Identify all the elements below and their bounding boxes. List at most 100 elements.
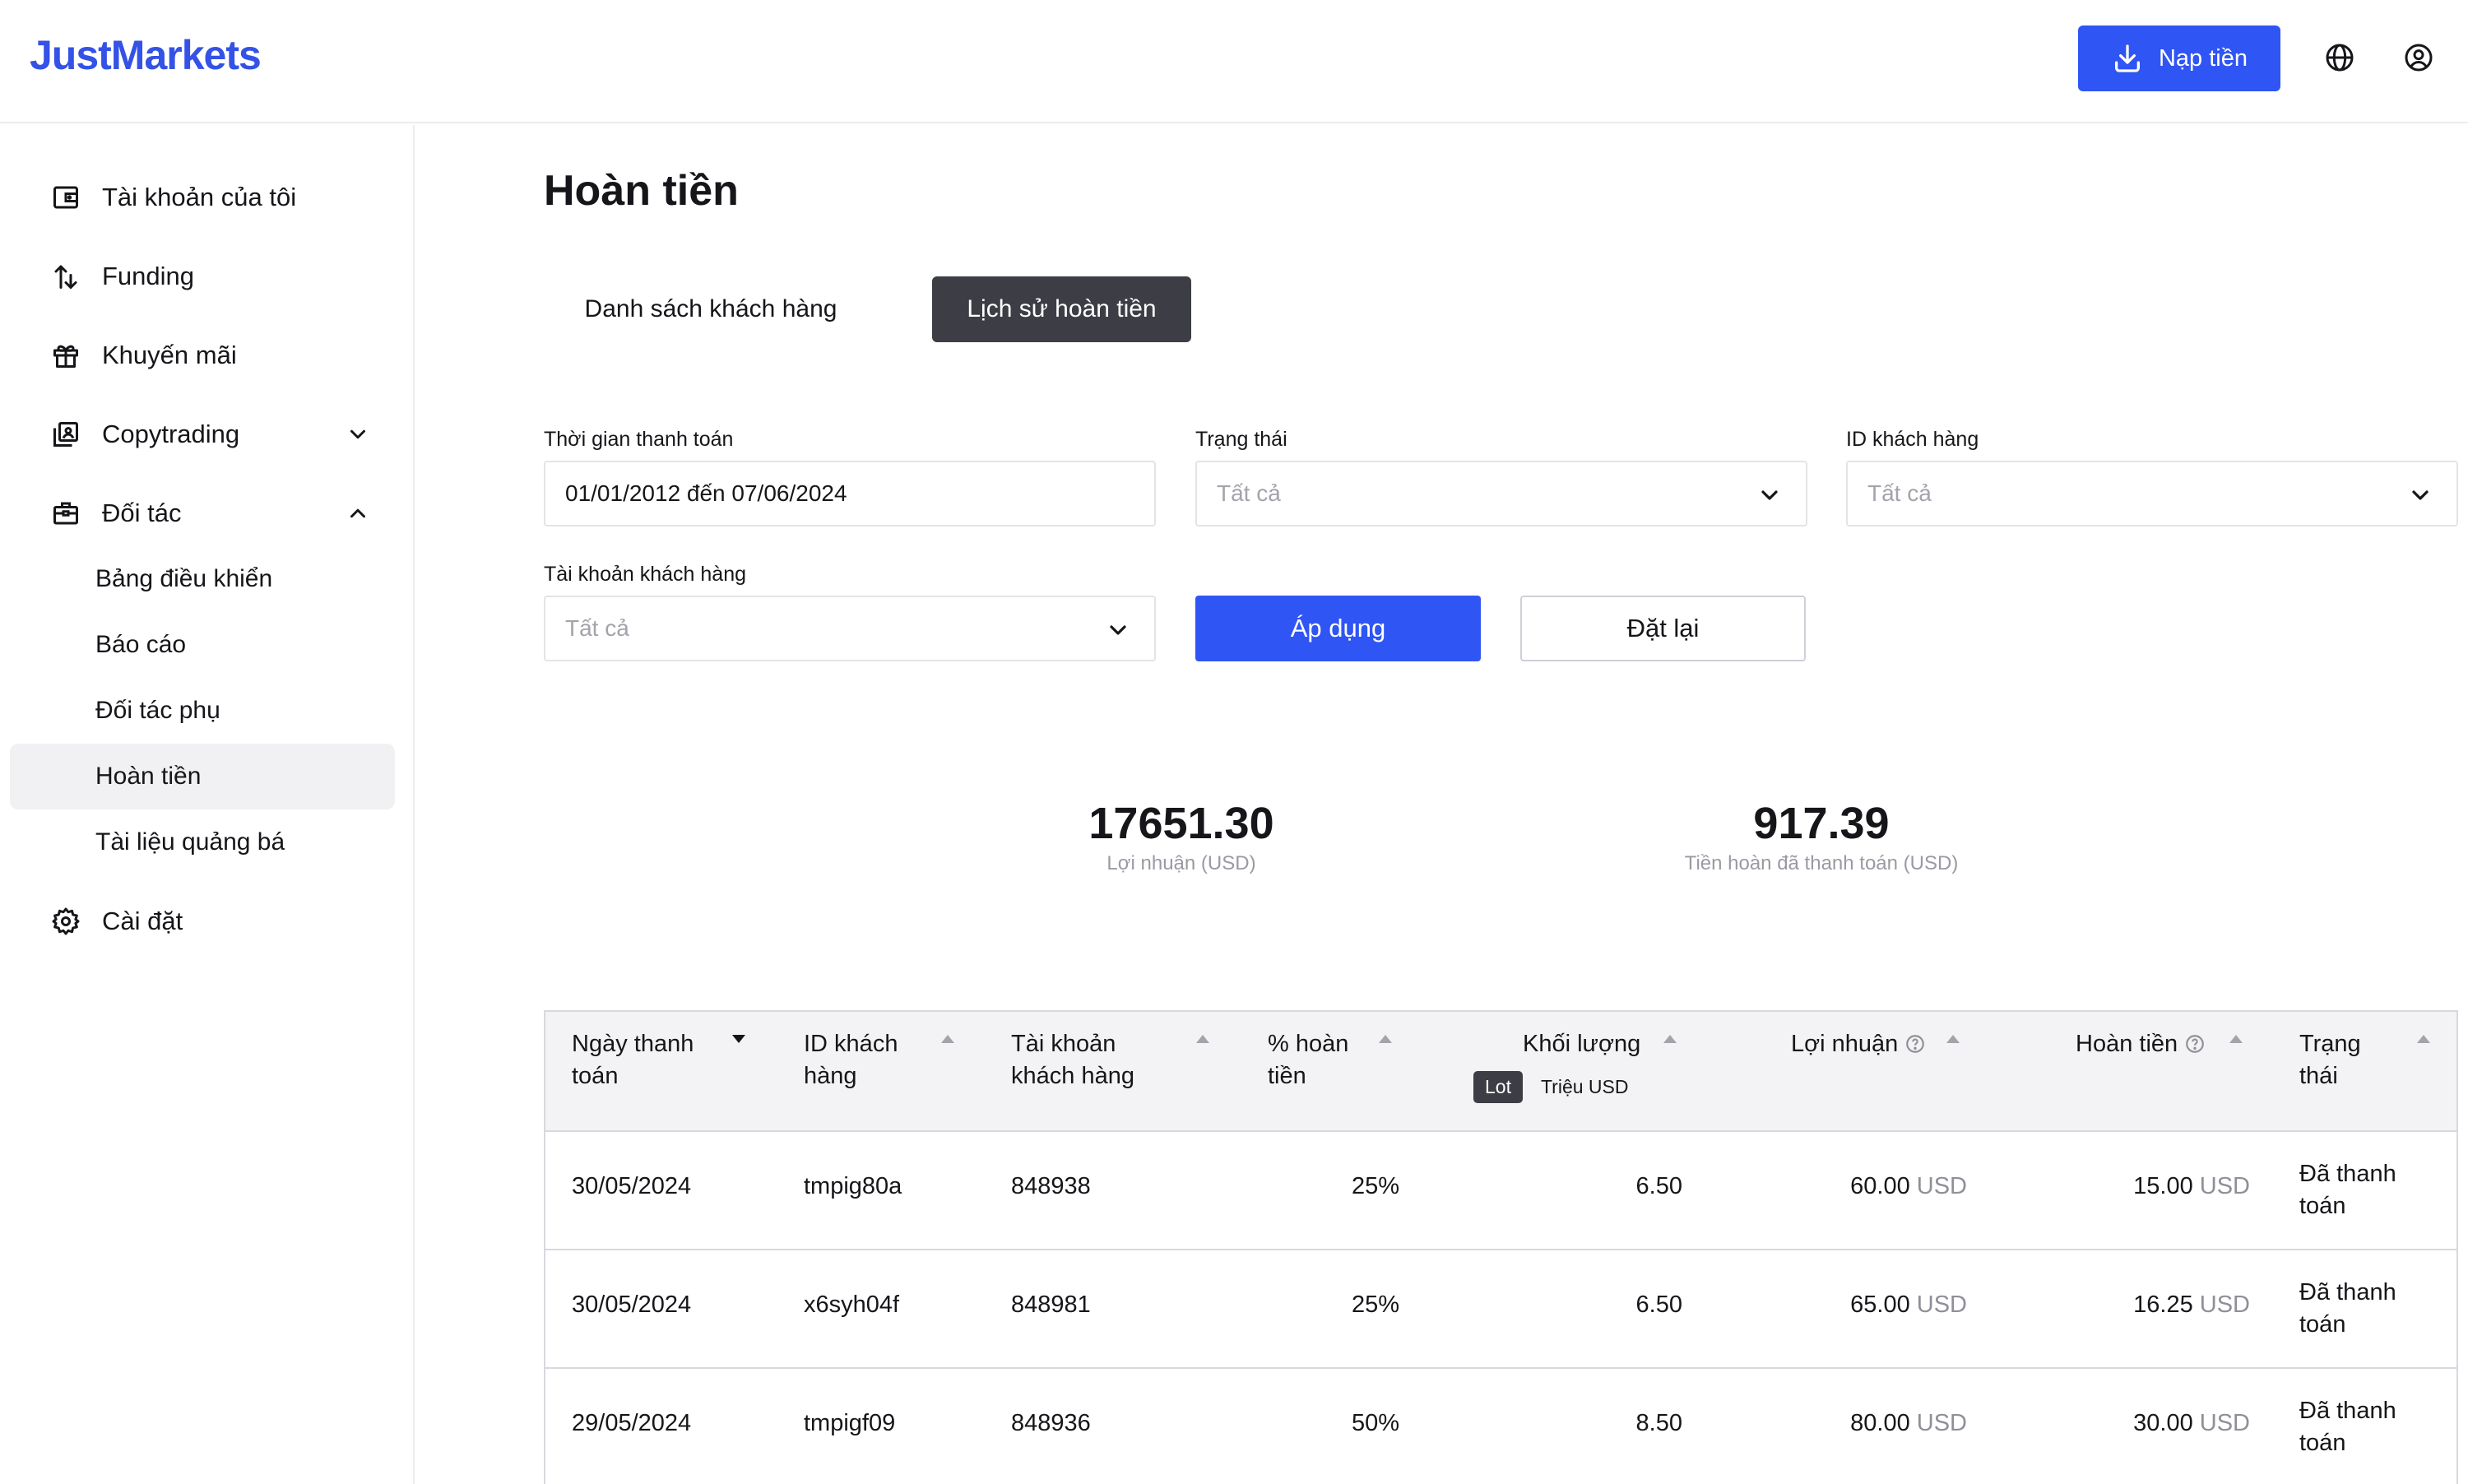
- sidebar-subitem-label: Bảng điều khiển: [95, 565, 273, 592]
- col-header-rebate-percent[interactable]: % hoàn tiền: [1268, 1028, 1348, 1092]
- chevron-down-icon: [350, 429, 365, 439]
- sort-asc-icon[interactable]: [1378, 1033, 1393, 1045]
- justmarkets-logo[interactable]: JustMarkets: [30, 31, 262, 79]
- col-header-text: Ngày thanh: [572, 1031, 694, 1057]
- sidebar-subitem-label: Đối tác phụ: [95, 697, 220, 724]
- currency-label: USD: [2199, 1292, 2250, 1318]
- sidebar-subitem-dashboard[interactable]: Bảng điều khiển: [10, 546, 395, 612]
- tab-rebate-history[interactable]: Lịch sử hoàn tiền: [932, 276, 1191, 342]
- chevron-down-icon: [1761, 490, 1778, 500]
- sort-asc-icon[interactable]: [2229, 1033, 2243, 1045]
- currency-label: USD: [1916, 1410, 1967, 1436]
- client-id-select-placeholder: Tất cả: [1867, 480, 1932, 506]
- status-select[interactable]: Tất cả: [1195, 461, 1807, 526]
- transfer-arrows-icon: [54, 265, 77, 289]
- cell-rebate: 16.25 USD: [2076, 1292, 2250, 1319]
- status-select-placeholder: Tất cả: [1217, 480, 1281, 506]
- top-header: JustMarkets Nạp tiền: [0, 0, 2468, 123]
- help-circle-icon[interactable]: [2184, 1033, 2206, 1055]
- cell-client-id: x6syh04f: [804, 1292, 900, 1318]
- sidebar-item-my-account[interactable]: Tài khoản của tôi: [10, 165, 395, 230]
- col-header-text: toán: [572, 1063, 619, 1089]
- apply-button[interactable]: Áp dụng: [1195, 596, 1481, 661]
- col-header-status[interactable]: Trạng thái: [2299, 1028, 2361, 1092]
- sidebar-item-label: Cài đặt: [102, 907, 183, 935]
- chevron-down-icon: [2412, 490, 2429, 500]
- cell-status-text: toán: [2299, 1430, 2346, 1456]
- sidebar-item-copytrading[interactable]: Copytrading: [10, 401, 395, 467]
- briefcase-icon: [53, 502, 78, 525]
- cell-status-text: Đã thanh: [2299, 1398, 2396, 1424]
- sort-asc-icon[interactable]: [940, 1033, 955, 1045]
- profit-stat-label: Lợi nhuận (USD): [1106, 852, 1256, 874]
- col-header-rebate[interactable]: Hoàn tiền: [2076, 1028, 2206, 1060]
- cell-rebate: 30.00 USD: [2076, 1410, 2250, 1437]
- cell-rebate-value: 15.00: [2133, 1173, 2193, 1199]
- deposit-button-label: Nạp tiền: [2158, 44, 2248, 72]
- table-row: 30/05/2024 x6syh04f 848981 25% 6.50 65.0…: [545, 1250, 2456, 1369]
- client-id-select[interactable]: Tất cả: [1846, 461, 2458, 526]
- sidebar-item-promotions[interactable]: Khuyến mãi: [10, 322, 395, 388]
- sort-desc-icon[interactable]: [731, 1033, 746, 1045]
- volume-unit-lot[interactable]: Lot: [1473, 1071, 1523, 1103]
- cell-rebate-value: 16.25: [2133, 1292, 2193, 1318]
- table-row: 30/05/2024 tmpig80a 848938 25% 6.50 60.0…: [545, 1132, 2456, 1250]
- sidebar-item-funding[interactable]: Funding: [10, 243, 395, 309]
- page-title: Hoàn tiền: [544, 167, 739, 215]
- currency-label: USD: [1916, 1173, 1967, 1199]
- col-header-volume[interactable]: Khối lượng: [1523, 1028, 1640, 1060]
- cell-profit-value: 80.00: [1850, 1410, 1910, 1436]
- sort-asc-icon[interactable]: [2416, 1033, 2431, 1045]
- cell-status: Đã thanh toán: [2299, 1395, 2396, 1459]
- help-circle-icon[interactable]: [1904, 1033, 1926, 1055]
- sidebar-subitem-promo-materials[interactable]: Tài liệu quảng bá: [10, 809, 395, 875]
- sidebar: Tài khoản của tôi Funding Khuyến mãi Cop…: [0, 125, 415, 1484]
- col-header-client-id[interactable]: ID khách hàng: [804, 1028, 898, 1092]
- cell-client-id: tmpig80a: [804, 1173, 902, 1199]
- col-header-payment-date[interactable]: Ngày thanh toán: [572, 1028, 694, 1092]
- chevron-up-icon: [350, 508, 365, 518]
- wallet-icon: [53, 186, 78, 209]
- col-header-text: tiền: [1268, 1063, 1306, 1089]
- col-header-text: Lợi nhuận: [1791, 1031, 1899, 1057]
- sidebar-subitem-sub-partners[interactable]: Đối tác phụ: [10, 678, 395, 744]
- sort-asc-icon[interactable]: [1946, 1033, 1960, 1045]
- cell-date: 30/05/2024: [572, 1173, 692, 1199]
- col-header-profit[interactable]: Lợi nhuận: [1791, 1028, 1926, 1060]
- col-header-text: thái: [2299, 1063, 2338, 1089]
- cell-profit: 80.00 USD: [1791, 1410, 1967, 1437]
- sidebar-subitem-reports[interactable]: Báo cáo: [10, 612, 395, 678]
- cell-date: 30/05/2024: [572, 1292, 692, 1318]
- gift-icon: [53, 345, 78, 368]
- deposit-button[interactable]: Nạp tiền: [2078, 26, 2280, 91]
- currency-label: USD: [1916, 1292, 1967, 1318]
- volume-unit-million-usd[interactable]: Triệu USD: [1523, 1071, 1647, 1103]
- cell-percent: 25%: [1351, 1292, 1399, 1318]
- user-account-icon[interactable]: [2402, 41, 2435, 74]
- date-range-value: 01/01/2012 đến 07/06/2024: [565, 480, 847, 506]
- cell-status: Đã thanh toán: [2299, 1277, 2396, 1341]
- sort-asc-icon[interactable]: [1195, 1033, 1210, 1045]
- sidebar-subitem-label: Báo cáo: [95, 631, 187, 658]
- cell-account: 848936: [1011, 1410, 1091, 1436]
- rebate-paid-stat-value: 917.39: [1753, 799, 1890, 848]
- date-range-input[interactable]: 01/01/2012 đến 07/06/2024: [544, 461, 1156, 526]
- sidebar-subitem-rebates[interactable]: Hoàn tiền: [10, 744, 395, 809]
- copy-portrait-icon: [53, 422, 78, 447]
- globe-icon[interactable]: [2323, 41, 2356, 74]
- download-icon: [2114, 44, 2140, 72]
- rebate-paid-stat: 917.39 Tiền hoàn đã thanh toán (USD): [1575, 798, 2068, 875]
- profit-stat: 17651.30 Lợi nhuận (USD): [1017, 798, 1346, 875]
- sidebar-item-settings[interactable]: Cài đặt: [10, 888, 395, 954]
- cell-rebate: 15.00 USD: [2076, 1173, 2250, 1200]
- client-account-select[interactable]: Tất cả: [544, 596, 1156, 661]
- currency-label: USD: [2199, 1173, 2250, 1199]
- col-header-client-account[interactable]: Tài khoản khách hàng: [1011, 1028, 1134, 1092]
- rebate-history-table: Ngày thanh toán ID khách hàng Tài khoản …: [544, 1010, 2458, 1484]
- sidebar-item-partner[interactable]: Đối tác: [10, 480, 395, 546]
- reset-button[interactable]: Đặt lại: [1520, 596, 1806, 661]
- tab-client-list[interactable]: Danh sách khách hàng: [544, 276, 878, 342]
- cell-profit-value: 60.00: [1850, 1173, 1910, 1199]
- sort-asc-icon[interactable]: [1663, 1033, 1677, 1045]
- cell-percent: 50%: [1351, 1410, 1399, 1436]
